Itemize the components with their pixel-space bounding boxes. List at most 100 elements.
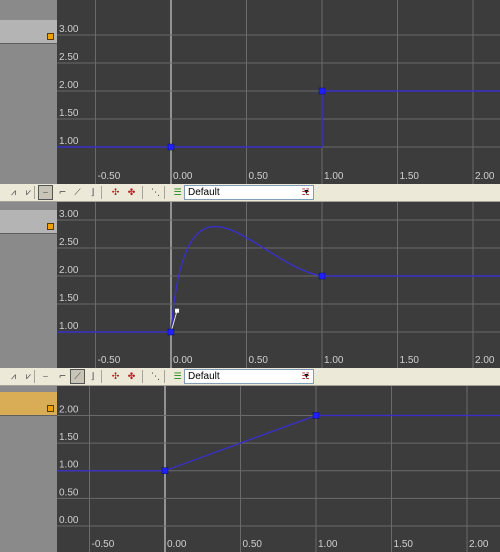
curve-graph-2[interactable]: -0.50 0.00 0.50 1.00 1.50 2.00 1.00 1.50 2.00 2.5… xyxy=(57,202,500,368)
stepped-tangent-icon: ⌋ xyxy=(90,187,95,198)
curve-list-2[interactable] xyxy=(0,202,57,368)
y-tick-label: 3.00 xyxy=(59,209,79,220)
curve-graph-svg-2[interactable]: -0.50 0.00 0.50 1.00 1.50 2.00 1.00 1.50 2.00 2.5… xyxy=(57,202,500,368)
toolbar-separator xyxy=(101,186,102,199)
flatten-tangents-button[interactable]: ⩘ xyxy=(6,185,21,200)
unify-tangents-button[interactable]: ✤ xyxy=(124,185,139,200)
x-tick-label: -0.50 xyxy=(98,171,121,182)
keyframe-point xyxy=(318,87,326,95)
unify-tangents-button[interactable]: ✤ xyxy=(124,369,139,384)
free-tangent-icon: ⌐ xyxy=(58,187,67,198)
keyframe-marker-icon xyxy=(47,405,54,412)
smooth-tangents-button[interactable]: ⌣ xyxy=(38,369,53,384)
smooth-tangents-icon: ⌣ xyxy=(42,187,49,198)
x-tick-label: 0.00 xyxy=(173,355,193,366)
keyframe-point xyxy=(161,467,169,474)
x-tick-label: 2.00 xyxy=(475,355,495,366)
y-tick-label: 1.00 xyxy=(59,136,79,147)
free-tangent-icon: ⌐ xyxy=(58,371,67,382)
y-tick-label: 2.00 xyxy=(59,265,79,276)
flatten-tangents-button[interactable]: ⩘ xyxy=(6,369,21,384)
y-tick-label: 2.00 xyxy=(59,80,79,91)
y-tick-label: 1.00 xyxy=(59,321,79,332)
x-tick-label: -0.50 xyxy=(92,539,115,550)
keyframe-marker-icon xyxy=(47,223,54,230)
y-tick-label: 2.50 xyxy=(59,52,79,63)
curve-graph-1[interactable]: -0.50 0.00 0.50 1.00 1.50 2.00 1.00 1.50 2.00 2.5… xyxy=(57,0,500,184)
curve-toolbar-2: ⩘ ⩗ ⌣ ⌐ ⟋ ⌋ ✣ ✤ ⋱ ☰ Default ▼ ☷ xyxy=(0,184,500,202)
snap-keys-icon: ⋱ xyxy=(151,187,160,198)
free-tangent-button[interactable]: ⌐ xyxy=(55,185,70,200)
y-tick-label: 1.50 xyxy=(59,108,79,119)
curve-graph-3[interactable]: -0.50 0.00 0.50 1.00 1.50 2.00 0.00 0.50 1.00 1.5… xyxy=(57,386,500,552)
curve-editor-1[interactable]: -0.50 0.00 0.50 1.00 1.50 2.00 1.00 1.50 2.00 2.5… xyxy=(0,0,500,184)
y-tick-label: 3.00 xyxy=(59,24,79,35)
snap-keys-button[interactable]: ⋱ xyxy=(148,185,163,200)
x-tick-label: 1.50 xyxy=(400,355,420,366)
break-tangents-icon: ✣ xyxy=(111,187,120,198)
flatten-tangents-icon: ⩘ xyxy=(10,187,17,198)
x-tick-label: -0.50 xyxy=(98,355,121,366)
toolbar-separator xyxy=(142,186,143,199)
keyframe-point xyxy=(167,143,175,151)
x-tick-label: 1.00 xyxy=(318,539,338,550)
linear-tangents-icon: ⩗ xyxy=(25,371,32,382)
toolbar-separator xyxy=(34,186,35,199)
x-tick-label: 2.00 xyxy=(475,171,495,182)
x-tick-label: 0.50 xyxy=(243,539,263,550)
x-tick-label: 0.00 xyxy=(167,539,187,550)
flatten-tangents-icon: ⩘ xyxy=(10,371,17,382)
curve-list-1[interactable] xyxy=(0,0,57,184)
keyframe-point xyxy=(167,328,175,336)
y-tick-label: 2.50 xyxy=(59,237,79,248)
unify-tangents-icon: ✤ xyxy=(127,187,136,198)
toolbar-separator xyxy=(164,186,165,199)
curve-graph-svg-3[interactable]: -0.50 0.00 0.50 1.00 1.50 2.00 0.00 0.50 1.00 1.5… xyxy=(57,386,500,552)
keyframe-point xyxy=(318,272,326,280)
fit-view-button[interactable]: ☰ xyxy=(170,369,185,384)
animation-curve xyxy=(57,225,500,333)
curve-editor-2[interactable]: -0.50 0.00 0.50 1.00 1.50 2.00 1.00 1.50 2.00 2.5… xyxy=(0,202,500,368)
y-tick-label: 1.00 xyxy=(59,460,79,471)
break-tangents-button[interactable]: ✣ xyxy=(108,185,123,200)
curve-graph-svg-1[interactable]: -0.50 0.00 0.50 1.00 1.50 2.00 1.00 1.50 2.00 2.5… xyxy=(57,0,500,184)
linear-tangent-button[interactable]: ⟋ xyxy=(70,185,85,200)
preset-dropdown-value: Default xyxy=(188,371,220,382)
y-tick-label: 0.50 xyxy=(59,487,79,498)
preset-dropdown[interactable]: Default ▼ xyxy=(184,185,314,200)
toolbar-separator xyxy=(34,370,35,383)
tangent-handle xyxy=(175,308,180,313)
fit-view-icon: ☰ xyxy=(173,371,182,382)
snap-keys-button[interactable]: ⋱ xyxy=(148,369,163,384)
curve-slot-1[interactable] xyxy=(0,20,57,44)
x-tick-label: 0.00 xyxy=(173,171,193,182)
curve-slot-2[interactable] xyxy=(0,210,57,234)
smooth-tangents-icon: ⌣ xyxy=(42,371,49,382)
y-tick-label: 2.00 xyxy=(59,404,79,415)
toolbar-separator xyxy=(164,370,165,383)
curve-list-3[interactable] xyxy=(0,386,57,552)
keyframe-marker-icon xyxy=(47,33,54,40)
curve-editor-3[interactable]: -0.50 0.00 0.50 1.00 1.50 2.00 0.00 0.50 1.00 1.5… xyxy=(0,386,500,552)
fit-view-icon: ☰ xyxy=(173,187,182,198)
break-tangents-button[interactable]: ✣ xyxy=(108,369,123,384)
curve-toolbar-3: ⩘ ⩗ ⌣ ⌐ ⟋ ⌋ ✣ ✤ ⋱ ☰ Default ▼ ☷ xyxy=(0,368,500,386)
preset-dropdown[interactable]: Default ▼ xyxy=(184,369,314,384)
linear-tangent-button[interactable]: ⟋ xyxy=(70,369,85,384)
delete-preset-button[interactable]: ☷ xyxy=(298,185,313,200)
stepped-tangent-icon: ⌋ xyxy=(90,371,95,382)
x-tick-label: 2.00 xyxy=(469,539,489,550)
smooth-tangents-button[interactable]: ⌣ xyxy=(38,185,53,200)
y-tick-label: 1.50 xyxy=(59,293,79,304)
stepped-tangent-button[interactable]: ⌋ xyxy=(85,369,100,384)
y-tick-label: 1.50 xyxy=(59,432,79,443)
delete-preset-button[interactable]: ☷ xyxy=(298,369,313,384)
stepped-tangent-button[interactable]: ⌋ xyxy=(85,185,100,200)
linear-tangent-icon: ⟋ xyxy=(74,187,81,198)
fit-view-button[interactable]: ☰ xyxy=(170,185,185,200)
delete-preset-icon: ☷ xyxy=(301,371,310,382)
free-tangent-button[interactable]: ⌐ xyxy=(55,369,70,384)
keyframe-point xyxy=(312,412,320,419)
snap-keys-icon: ⋱ xyxy=(151,371,160,382)
curve-slot-3[interactable] xyxy=(0,392,57,416)
